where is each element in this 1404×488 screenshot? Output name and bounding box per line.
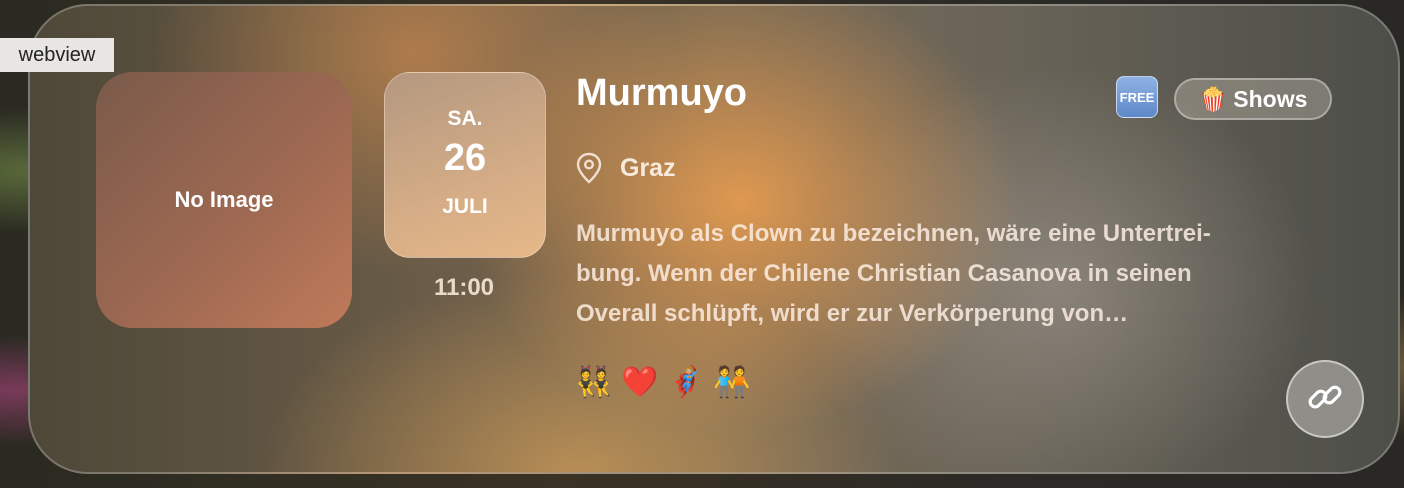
date-month: JULI [442, 195, 488, 218]
event-time: 11:00 [433, 274, 495, 301]
event-tags: 👯 ❤️ 🦸🏼‍♀️ 🧑‍🤝‍🧑 [575, 364, 751, 400]
category-shows-button[interactable]: 🍿 Shows [1174, 78, 1332, 120]
free-badge: FREE [1116, 76, 1158, 118]
date-day: 26 [443, 137, 487, 179]
superhero-emoji-tag: 🦸🏼‍♀️ [667, 365, 705, 399]
heart-emoji-tag: ❤️ [621, 365, 659, 399]
location-label: Graz [620, 153, 676, 182]
date-box: SA. 26 JULI [384, 72, 546, 258]
link-button[interactable] [1286, 360, 1364, 438]
dancers-emoji-tag: 👯 [575, 365, 613, 399]
description-line: Murmuyo als Clown zu bezeichnen, wäre ei… [576, 220, 1211, 247]
event-description: Murmuyo als Clown zu bezeichnen, wäre ei… [576, 214, 1336, 334]
event-title[interactable]: Murmuyo [576, 72, 747, 115]
link-icon [1305, 377, 1345, 422]
event-image-placeholder: No Image [96, 72, 352, 328]
webview-label: webview [0, 38, 114, 72]
location-pin-icon [576, 152, 602, 184]
description-line: Overall schlüpft, wird er zur Verkörperu… [576, 300, 1129, 327]
date-weekday: SA. [447, 107, 483, 130]
people-emoji-tag: 🧑‍🤝‍🧑 [713, 365, 751, 399]
event-card[interactable]: No Image SA. 26 JULI 11:00 Murmuyo FREE … [28, 4, 1400, 474]
description-line: bung. Wenn der Chilene Christian Casanov… [576, 260, 1192, 287]
category-label: Shows [1233, 85, 1308, 112]
popcorn-icon: 🍿 [1198, 85, 1228, 112]
event-location: Graz [576, 152, 676, 184]
